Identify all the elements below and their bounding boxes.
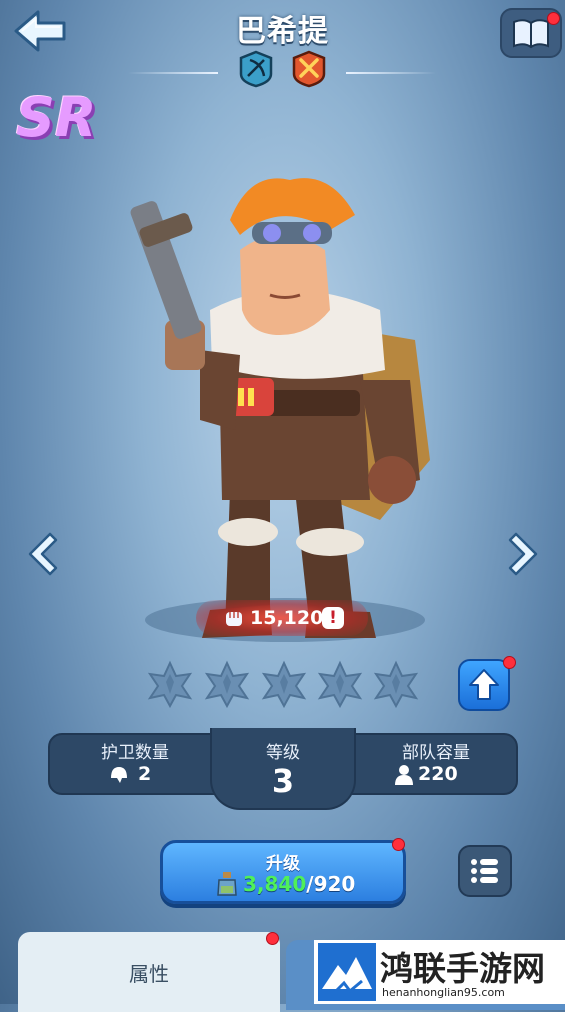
menu-list-button[interactable] — [458, 845, 512, 897]
watermark-logo — [318, 943, 376, 1001]
star-slot-2 — [203, 660, 251, 709]
capacity-label: 部队容量 — [402, 743, 470, 763]
star-slot-4 — [316, 660, 364, 709]
capacity-value: 220 — [418, 763, 458, 785]
title-decoration-left — [128, 72, 218, 74]
chevron-left-icon — [28, 532, 58, 576]
attributes-tab-notification-dot — [266, 932, 279, 945]
level-up-label: 升级 — [266, 854, 300, 874]
power-alert-icon[interactable]: ! — [322, 607, 344, 629]
star-upgrade-button[interactable] — [458, 659, 510, 711]
chevron-right-icon — [508, 532, 538, 576]
level-up-cost: 3,840/920 — [243, 872, 355, 896]
up-arrow-icon — [469, 669, 499, 700]
tab-attributes-label: 属性 — [129, 962, 169, 986]
star-slot-5 — [372, 660, 420, 709]
power-value: 15,120 — [250, 607, 324, 629]
guard-helmet-icon — [108, 764, 130, 786]
watermark-site-name: 鸿联手游网 — [380, 949, 545, 988]
level-value: 3 — [271, 762, 295, 800]
tab-attributes[interactable]: 属性 — [18, 932, 280, 1012]
previous-hero-button[interactable] — [24, 530, 60, 578]
list-icon — [471, 859, 498, 883]
potion-bottle-icon — [215, 871, 239, 897]
watermark-url: henanhonglian95.com — [382, 986, 505, 999]
star-upgrade-notification-dot — [503, 656, 516, 669]
book-notification-dot — [547, 12, 560, 25]
cost-total: /920 — [306, 872, 356, 896]
level-up-notification-dot — [392, 838, 405, 851]
level-up-button[interactable]: 升级 3,840/920 — [160, 840, 406, 904]
title-decoration-right — [346, 72, 436, 74]
rarity-badge: SR — [16, 86, 97, 149]
next-hero-button[interactable] — [506, 530, 542, 578]
level-label: 等级 — [266, 743, 300, 763]
star-slot-1 — [146, 660, 194, 709]
hero-character-illustration — [130, 178, 430, 642]
troop-person-icon — [394, 764, 414, 786]
star-slot-3 — [260, 660, 308, 709]
fist-icon — [222, 606, 246, 630]
cost-current: 3,840 — [243, 872, 307, 896]
guards-value: 2 — [138, 763, 152, 785]
hero-name-title: 巴希提 — [236, 14, 329, 49]
attack-class-icon[interactable] — [291, 50, 327, 88]
guards-label: 护卫数量 — [101, 743, 169, 763]
archer-class-icon[interactable] — [238, 50, 274, 88]
